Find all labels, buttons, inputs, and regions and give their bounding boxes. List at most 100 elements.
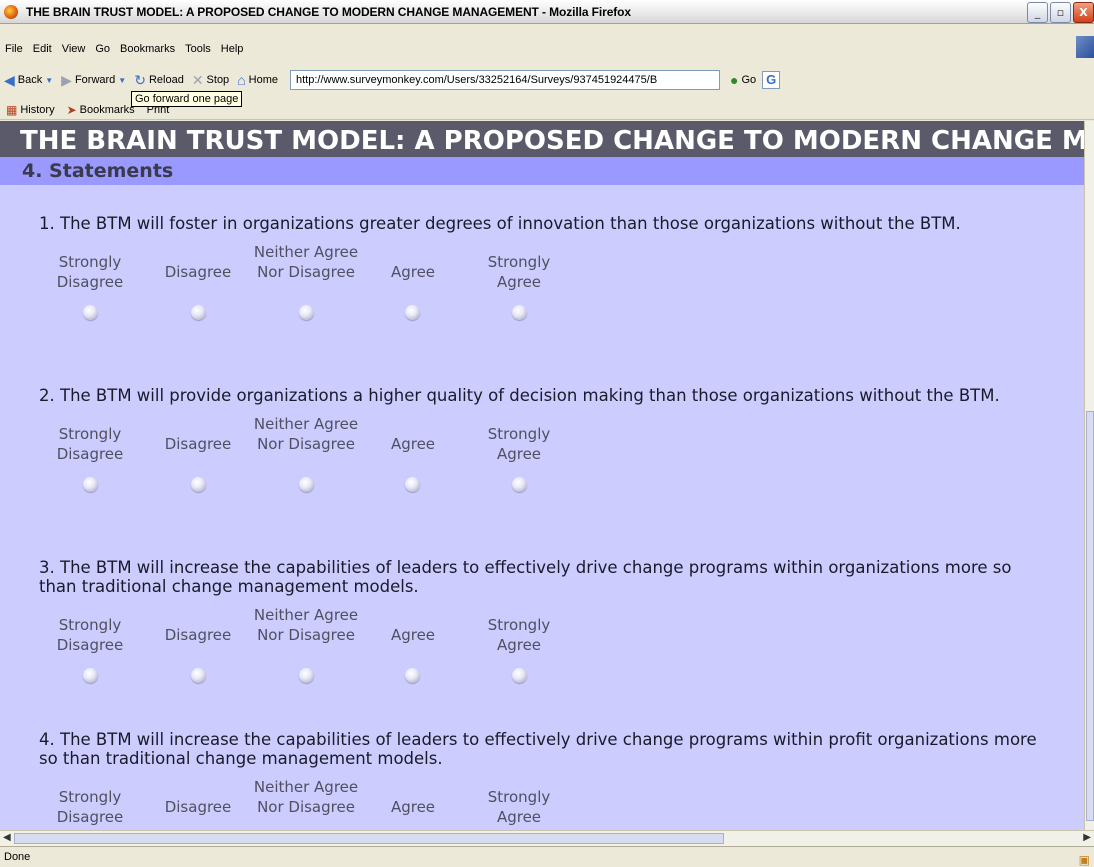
menu-view[interactable]: View [57, 43, 91, 55]
scale-label-strongly-agree: Strongly Agree [487, 616, 551, 654]
menu-bookmarks[interactable]: Bookmarks [115, 43, 180, 55]
stop-icon: ✕ [191, 71, 204, 88]
firefox-icon [4, 4, 18, 19]
radio-strongly-agree[interactable] [512, 477, 527, 492]
go-button[interactable]: ● Go [730, 72, 756, 88]
stop-button[interactable]: ✕ Stop [188, 72, 233, 89]
radio-neither[interactable] [299, 305, 314, 320]
radio-strongly-disagree[interactable] [83, 477, 98, 492]
minimize-button[interactable]: _ [1027, 2, 1048, 23]
status-bar: Done ▣ [0, 846, 1094, 867]
history-label: History [20, 103, 55, 116]
radio-neither[interactable] [299, 477, 314, 492]
status-text: Done [4, 851, 31, 863]
radio-disagree[interactable] [191, 668, 206, 683]
back-dropdown-icon[interactable]: ▼ [45, 76, 53, 85]
scale-label-disagree: Disagree [164, 435, 232, 453]
question-text: 1. The BTM will foster in organizations … [39, 214, 961, 233]
history-button[interactable]: ▦ History [0, 103, 61, 117]
scale-label-strongly-disagree: Strongly Disagree [56, 616, 124, 654]
navigation-toolbar: ◀ Back ▼ ▶ Forward ▼ ↻ Reload ✕ Stop ⌂ H… [0, 66, 1094, 94]
radio-neither[interactable] [299, 668, 314, 683]
scale-label-neither: Neither Agree Nor Disagree [253, 243, 359, 281]
forward-button[interactable]: ▶ Forward ▼ [57, 72, 130, 89]
throbber-icon [1076, 36, 1094, 58]
search-engine-icon[interactable]: G [762, 71, 781, 89]
horizontal-scroll-thumb[interactable] [14, 833, 724, 844]
menu-file[interactable]: File [0, 43, 28, 55]
back-button[interactable]: ◀ Back ▼ [0, 72, 57, 89]
radio-disagree[interactable] [191, 305, 206, 320]
section-heading: 4. Statements [0, 157, 1084, 185]
question-2: 2. The BTM will provide organizations a … [39, 386, 1049, 495]
scale-label-strongly-agree: Strongly Agree [487, 425, 551, 463]
menu-go[interactable]: Go [90, 43, 115, 55]
close-button[interactable]: X [1073, 2, 1094, 23]
question-3: 3. The BTM will increase the capabilitie… [39, 558, 1049, 686]
radio-agree[interactable] [405, 668, 420, 683]
scroll-left-icon[interactable]: ◀ [3, 832, 11, 843]
stop-label: Stop [206, 74, 230, 86]
radio-agree[interactable] [405, 477, 420, 492]
window-controls: _ ▫ X [1027, 2, 1094, 23]
menu-tools[interactable]: Tools [180, 43, 216, 55]
forward-arrow-icon: ▶ [61, 71, 72, 88]
scroll-right-icon[interactable]: ▶ [1083, 832, 1091, 843]
scale-label-strongly-disagree: Strongly Disagree [56, 788, 124, 826]
forward-tooltip: Go forward one page [131, 91, 243, 107]
likert-scale: Strongly Disagree Disagree Neither Agree… [39, 768, 1049, 830]
vertical-scroll-thumb[interactable] [1086, 411, 1094, 821]
question-4: 4. The BTM will increase the capabilitie… [39, 730, 1049, 830]
scale-label-agree: Agree [390, 798, 436, 816]
back-label: Back [17, 74, 43, 86]
menu-bar: File Edit View Go Bookmarks Tools Help [0, 36, 1094, 58]
reload-label: Reload [148, 74, 184, 86]
history-icon: ▦ [6, 102, 18, 117]
window-title: THE BRAIN TRUST MODEL: A PROPOSED CHANGE… [26, 4, 631, 19]
radio-strongly-disagree[interactable] [83, 305, 98, 320]
scale-label-neither: Neither Agree Nor Disagree [253, 415, 359, 453]
likert-scale: Strongly Disagree Disagree Neither Agree… [39, 233, 1049, 323]
security-lock-icon: ▣ [1078, 853, 1090, 867]
radio-agree[interactable] [405, 305, 420, 320]
go-icon: ● [730, 72, 739, 88]
bookmarks-button[interactable]: ➤ Bookmarks [61, 103, 141, 117]
url-bar[interactable]: http://www.surveymonkey.com/Users/332521… [290, 70, 720, 90]
home-button[interactable]: ⌂ Home [233, 72, 282, 88]
scale-label-strongly-agree: Strongly Agree [487, 788, 551, 826]
horizontal-scrollbar[interactable]: ◀ ▶ [0, 830, 1094, 846]
scale-label-disagree: Disagree [164, 263, 232, 281]
question-text: 2. The BTM will provide organizations a … [39, 386, 1000, 405]
scale-label-neither: Neither Agree Nor Disagree [253, 778, 359, 816]
scale-label-agree: Agree [390, 626, 436, 644]
home-label: Home [248, 74, 278, 86]
home-icon: ⌂ [237, 72, 246, 88]
question-text: 3. The BTM will increase the capabilitie… [39, 558, 1012, 596]
likert-scale: Strongly Disagree Disagree Neither Agree… [39, 405, 1049, 495]
back-arrow-icon: ◀ [4, 71, 15, 88]
window-title-bar: THE BRAIN TRUST MODEL: A PROPOSED CHANGE… [0, 0, 1094, 24]
scale-label-strongly-disagree: Strongly Disagree [56, 425, 124, 463]
radio-disagree[interactable] [191, 477, 206, 492]
forward-dropdown-icon[interactable]: ▼ [118, 76, 126, 85]
scale-label-disagree: Disagree [164, 798, 232, 816]
likert-scale: Strongly Disagree Disagree Neither Agree… [39, 596, 1049, 686]
bookmarks-label: Bookmarks [79, 103, 135, 116]
go-label: Go [741, 74, 757, 86]
scale-label-strongly-disagree: Strongly Disagree [56, 253, 124, 291]
vertical-scrollbar[interactable] [1084, 121, 1094, 830]
scale-label-strongly-agree: Strongly Agree [487, 253, 551, 291]
radio-strongly-agree[interactable] [512, 668, 527, 683]
survey-title: THE BRAIN TRUST MODEL: A PROPOSED CHANGE… [0, 121, 1084, 157]
menu-help[interactable]: Help [216, 43, 249, 55]
bookmarks-icon: ➤ [66, 102, 77, 117]
question-1: 1. The BTM will foster in organizations … [39, 214, 1049, 323]
menu-edit[interactable]: Edit [28, 43, 57, 55]
question-text: 4. The BTM will increase the capabilitie… [39, 730, 1037, 768]
maximize-button[interactable]: ▫ [1050, 2, 1071, 23]
reload-button[interactable]: ↻ Reload [130, 72, 188, 89]
scale-label-neither: Neither Agree Nor Disagree [253, 606, 359, 644]
radio-strongly-disagree[interactable] [83, 668, 98, 683]
radio-strongly-agree[interactable] [512, 305, 527, 320]
scale-label-agree: Agree [390, 435, 436, 453]
